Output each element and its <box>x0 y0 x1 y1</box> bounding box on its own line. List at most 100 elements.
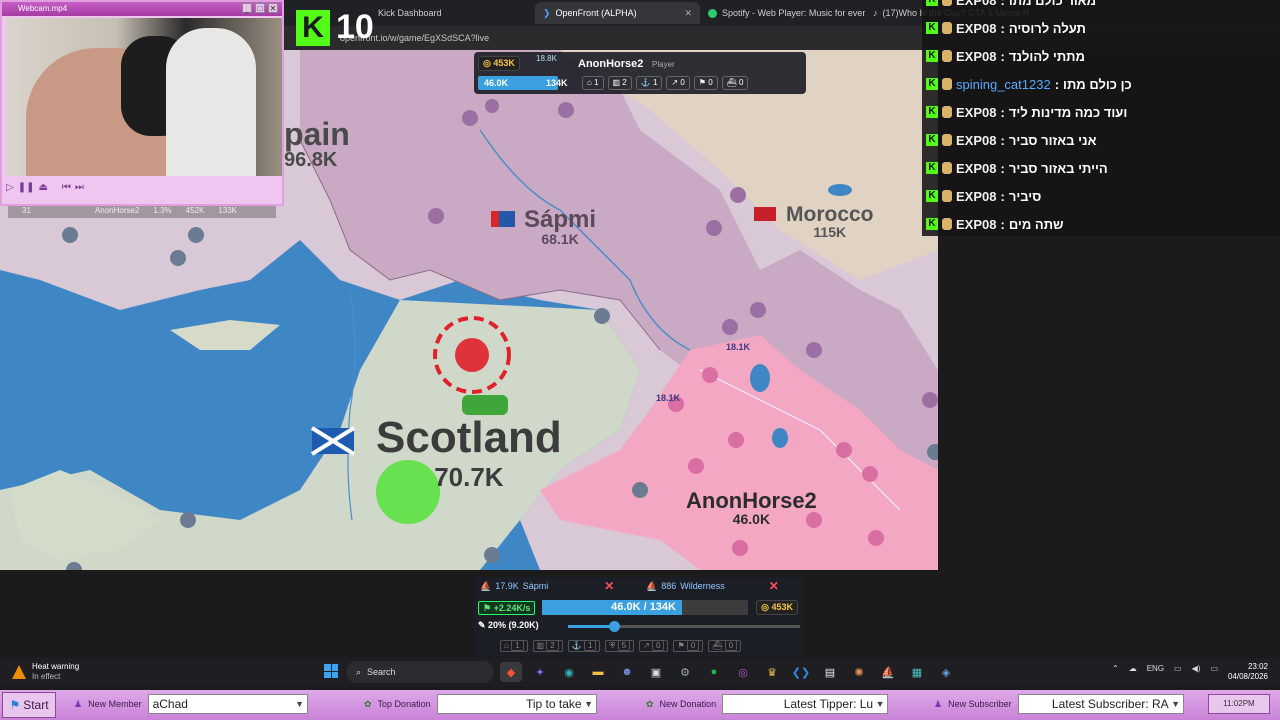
chevron-down-icon[interactable]: ▼ <box>293 695 307 713</box>
top-donation-field[interactable]: Tip to take ▼ <box>436 694 597 714</box>
network-icon[interactable]: ▭ <box>1174 664 1182 673</box>
play-icon[interactable]: ▷ <box>6 182 14 193</box>
obs-icon[interactable]: ◎ <box>732 662 754 682</box>
build-port-button[interactable]: ⚓ 1 <box>567 640 601 652</box>
chat-message: K EXP08: תעלה לרוסיה <box>926 14 1086 42</box>
pause-icon[interactable]: ❚❚ <box>18 182 35 193</box>
minimize-icon[interactable]: _ <box>242 3 252 13</box>
new-member-field[interactable]: aChad ▼ <box>147 694 308 714</box>
chat-separator: : <box>1000 188 1005 204</box>
window-controls: _ □ ✕ <box>242 3 278 13</box>
paint-icon[interactable]: ✺ <box>848 662 870 682</box>
tiktok-icon: ♪ <box>873 8 878 18</box>
chat-separator: : <box>1000 160 1005 176</box>
weather-widget[interactable]: Heat warning In effect <box>12 662 79 682</box>
discord-icon[interactable]: ☻ <box>616 662 638 682</box>
chat-text: סיביר <box>1008 188 1042 204</box>
troops: 133K <box>218 206 237 215</box>
kick-viewer-count: K 10 <box>296 8 374 47</box>
windows-start-icon[interactable] <box>324 664 338 678</box>
new-subscriber-field[interactable]: Latest Subscriber: RA ▼ <box>1017 694 1184 714</box>
build-defense-button[interactable]: ⛨ 5 <box>605 640 635 652</box>
chat-username[interactable]: EXP08 <box>956 217 996 232</box>
map-label-scotland[interactable]: Scotland 70.7K <box>376 416 562 491</box>
chat-username[interactable]: EXP08 <box>956 189 996 204</box>
chat-username[interactable]: EXP08 <box>956 21 996 36</box>
build-missile-button[interactable]: ↗ 0 <box>639 640 669 652</box>
control-panel: ⛵ 17.9K Sápmi ✕ ⛵ 886 Wilderness ✕ ⚑ +2.… <box>474 577 804 657</box>
map-label-sapmi[interactable]: Sápmi 68.1K <box>524 206 597 247</box>
prev-icon[interactable]: ⏮ <box>62 182 71 193</box>
build-warship-button[interactable]: ⛴ 0 <box>708 640 742 652</box>
field-value: Latest Subscriber: RA <box>1051 697 1169 711</box>
map-label-spain[interactable]: pain 96.8K <box>284 118 350 170</box>
chat-username[interactable]: EXP08 <box>956 161 996 176</box>
store-icon[interactable]: ▣ <box>645 662 667 682</box>
maximize-icon[interactable]: □ <box>255 3 265 13</box>
spotify-icon[interactable]: ● <box>703 662 725 682</box>
tab-openfront[interactable]: ❯ OpenFront (ALPHA) ✕ <box>535 2 700 24</box>
next-icon[interactable]: ⏭ <box>75 182 84 193</box>
taskbar-search[interactable]: ⌕ Search <box>346 661 494 683</box>
attack-wilderness: ⛵ 886 Wilderness ✕ <box>646 579 779 593</box>
start-button[interactable]: ⚑ Start <box>2 692 56 718</box>
chat-text: הייתי באזור סביר <box>1008 160 1108 176</box>
tab-spotify[interactable]: Spotify - Web Player: Music for every ✕ <box>700 2 865 24</box>
build-factory-button[interactable]: ▥ 2 <box>532 640 563 652</box>
brave-icon[interactable]: ◆ <box>500 662 522 682</box>
slider-knob[interactable] <box>609 621 621 632</box>
language-indicator[interactable]: ENG <box>1147 664 1164 673</box>
start-flag-icon: ⚑ <box>9 698 21 712</box>
build-city-button[interactable]: ⌂ 1 <box>500 640 528 652</box>
app2-icon[interactable]: ◈ <box>935 662 957 682</box>
port-chip: ⚓ 1 <box>635 76 663 90</box>
eject-icon[interactable]: ⏏ <box>38 182 47 193</box>
close-icon[interactable]: ✕ <box>684 8 692 19</box>
steam-alt-icon[interactable]: ⛵ <box>877 662 899 682</box>
troops-max: 134K <box>546 78 568 88</box>
notepad-icon[interactable]: ▤ <box>819 662 841 682</box>
build-sam-button[interactable]: ⚑ 0 <box>673 640 704 652</box>
steam-icon[interactable]: ⚙ <box>674 662 696 682</box>
volume-icon[interactable]: ◀) <box>1192 664 1201 673</box>
chat-separator: : <box>1000 216 1005 232</box>
tray-expand-icon[interactable]: ⌃ <box>1112 664 1119 673</box>
kick-logo-icon: K <box>296 9 330 46</box>
attack-ratio-slider[interactable] <box>568 621 800 632</box>
chevron-down-icon[interactable]: ▼ <box>873 695 887 713</box>
chevron-down-icon[interactable]: ▼ <box>1169 695 1183 713</box>
field-value: Tip to take <box>526 697 582 711</box>
chip-count: 1 <box>652 78 658 87</box>
map-label-morocco[interactable]: Morocco 115K <box>786 204 874 239</box>
donation-icon: ✿ <box>364 698 372 709</box>
country-troops: 46.0K <box>732 511 771 527</box>
tray-app-icon[interactable]: ☁ <box>1129 664 1137 673</box>
clock-time: 23:02 <box>1247 662 1268 671</box>
map-label-player[interactable]: AnonHorse2 46.0K <box>686 490 817 527</box>
chat-username[interactable]: EXP08 <box>956 49 996 64</box>
close-icon[interactable]: ✕ <box>268 3 278 13</box>
battery-icon[interactable]: ▭ <box>1210 664 1218 673</box>
chat-username[interactable]: EXP08 <box>956 105 996 120</box>
chat-username[interactable]: EXP08 <box>956 133 996 148</box>
country-name: Sápmi <box>524 206 597 233</box>
troop-marker: 18.1K <box>726 342 751 352</box>
tab-kick-dashboard[interactable]: Kick Dashboard <box>370 2 535 24</box>
chat-username[interactable]: EXP08 <box>956 0 996 8</box>
cancel-attack-button[interactable]: ✕ <box>769 579 779 593</box>
vscode-icon[interactable]: ❮❯ <box>790 662 812 682</box>
chevron-down-icon[interactable]: ▼ <box>582 695 596 713</box>
edge-icon[interactable]: ◉ <box>558 662 580 682</box>
app-icon[interactable]: ▦ <box>906 662 928 682</box>
copilot-icon[interactable]: ✦ <box>529 662 551 682</box>
chat-text: מתתי להולנד <box>1008 48 1085 64</box>
chat-separator: : <box>1000 132 1005 148</box>
taskbar-clock[interactable]: 23:02 04/08/2026 <box>1228 662 1268 682</box>
file-explorer-icon[interactable]: ▬ <box>587 662 609 682</box>
game-icon[interactable]: ♛ <box>761 662 783 682</box>
cancel-attack-button[interactable]: ✕ <box>604 579 614 593</box>
new-donation-field[interactable]: Latest Tipper: Lu ▼ <box>722 694 889 714</box>
webcam-window[interactable]: Webcam.mp4 _ □ ✕ ▷ ❚❚ ⏏ ⏮ ⏭ <box>0 0 284 206</box>
ratio-value: 20% (9.20K) <box>488 620 539 630</box>
chat-username[interactable]: spining_cat1232 <box>956 77 1051 92</box>
